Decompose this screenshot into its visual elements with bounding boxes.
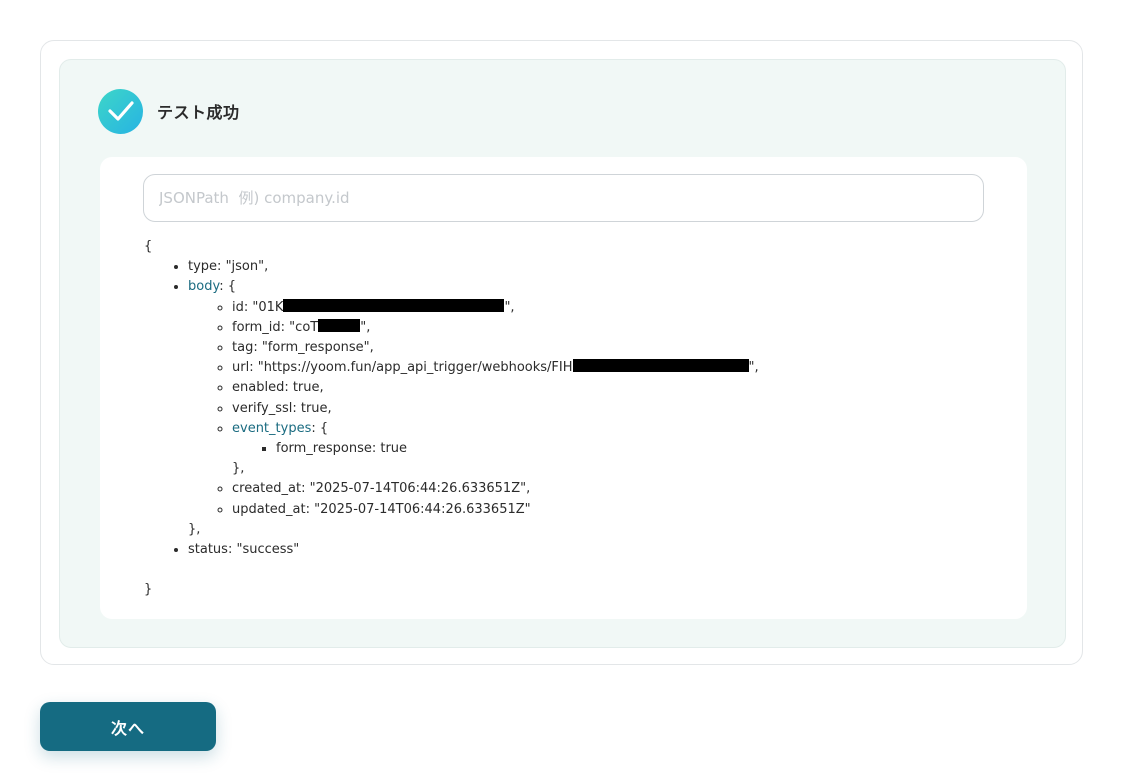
body-key-link[interactable]: body bbox=[188, 279, 219, 294]
redacted-url bbox=[572, 359, 749, 373]
event-types-close: }, bbox=[232, 461, 245, 477]
json-item-created-at: created_at: "2025-07-14T06:44:26.633651Z… bbox=[232, 479, 759, 499]
body-close: }, bbox=[188, 521, 201, 537]
jsonpath-input[interactable] bbox=[143, 174, 984, 222]
test-status-label: テスト成功 bbox=[157, 103, 240, 122]
body-list: id: "01K", form_id: "coT", tag: "form_re… bbox=[188, 298, 759, 520]
json-close-brace: } bbox=[144, 582, 153, 598]
redacted-id bbox=[283, 298, 505, 312]
checkmark-icon bbox=[107, 101, 134, 121]
check-circle-icon bbox=[98, 88, 143, 134]
event-types-list: form_response: true bbox=[232, 439, 759, 459]
event-types-key-link[interactable]: event_types bbox=[232, 421, 311, 436]
json-output-card: { type: "json", body: { id: "01K", form_… bbox=[100, 157, 1027, 619]
json-open-brace: { bbox=[144, 239, 153, 254]
json-item-enabled: enabled: true, bbox=[232, 378, 759, 398]
test-status: テスト成功 bbox=[98, 88, 240, 134]
json-item-url: url: "https://yoom.fun/app_api_trigger/w… bbox=[232, 358, 759, 378]
json-item-status: status: "success" bbox=[188, 540, 759, 560]
json-item-updated-at: updated_at: "2025-07-14T06:44:26.633651Z… bbox=[232, 500, 759, 520]
json-tree: { type: "json", body: { id: "01K", form_… bbox=[144, 237, 759, 600]
test-result-card: テスト成功 { type: "json", body: { id: "01K",… bbox=[40, 40, 1083, 665]
test-result-panel: テスト成功 { type: "json", body: { id: "01K",… bbox=[59, 59, 1066, 648]
json-item-id: id: "01K", bbox=[232, 298, 759, 318]
json-item-body: body: { id: "01K", form_id: "coT", tag: … bbox=[188, 277, 759, 540]
next-button[interactable]: 次へ bbox=[40, 702, 216, 751]
json-item-type: type: "json", bbox=[188, 257, 759, 277]
redacted-form-id bbox=[318, 318, 361, 332]
json-item-event-types: event_types: { form_response: true }, bbox=[232, 419, 759, 480]
json-item-verify-ssl: verify_ssl: true, bbox=[232, 399, 759, 419]
json-item-form-response: form_response: true bbox=[276, 439, 759, 459]
json-root-list: type: "json", body: { id: "01K", form_id… bbox=[144, 257, 759, 560]
json-item-form-id: form_id: "coT", bbox=[232, 318, 759, 338]
json-item-tag: tag: "form_response", bbox=[232, 338, 759, 358]
